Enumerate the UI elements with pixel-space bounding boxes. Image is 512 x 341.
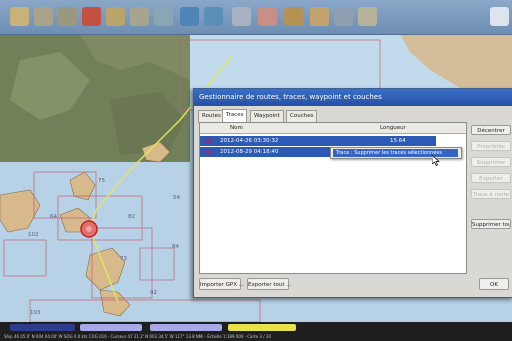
layer-icon[interactable] [154,7,173,26]
flag-icon[interactable] [334,7,353,26]
grid-icon[interactable] [204,7,223,26]
book-icon[interactable] [310,7,329,26]
chart-icon[interactable] [180,7,199,26]
route-icon[interactable] [58,7,77,26]
zoom-icon[interactable] [10,7,29,26]
visibility-eye-icon[interactable] [204,138,213,144]
tab-traces[interactable]: Traces [222,109,248,123]
column-length[interactable]: Longueur [380,123,406,133]
dialog-title: Gestionnaire de routes, traces, waypoint… [194,89,512,106]
mouse-cursor-icon [432,155,440,166]
context-menu: Trace : Supprimer les traces sélectionné… [330,147,462,159]
track-name: 2012-08-29 04:18:40 [220,149,279,155]
route-manager-dialog: Gestionnaire de routes, traces, waypoint… [193,88,512,298]
tools-icon[interactable] [358,7,377,26]
ok-button[interactable]: OK [479,278,509,290]
track-name: 2012-04-26 03:30:32 [220,138,279,144]
visibility-eye-icon[interactable] [204,149,213,155]
tide-icon[interactable] [232,7,251,26]
main-toolbar [0,0,512,35]
settings-icon[interactable] [284,7,303,26]
map-label: 84 [172,244,179,250]
column-name[interactable]: Nom [230,123,243,133]
map-label: 82 [128,214,135,220]
status-bar: Ship 46 05.0' N 004 04.00' W SOG 0.0 kts… [0,322,512,341]
map-label: 92 [150,290,157,296]
map-label: 102 [28,232,39,238]
info-icon[interactable] [490,7,509,26]
list-header: Nom Longueur [200,123,466,134]
map-label: 193 [30,310,41,316]
uncenter-button[interactable]: Décentrer [471,125,511,135]
properties-button[interactable]: Propriétés [471,141,511,151]
export-all-button[interactable]: Exporter tout ... [247,278,292,290]
pencil-icon[interactable] [82,7,101,26]
export-button[interactable]: Exporter [471,173,511,183]
delete-all-button[interactable]: Supprimer tout [471,219,511,229]
map-label: 64 [50,214,57,220]
tracks-list[interactable]: Nom Longueur 2012-04-26 03:30:32 15.64 2… [199,122,467,274]
delete-button[interactable]: Supprimer [471,157,511,167]
table-row[interactable]: 2012-04-26 03:30:32 15.64 [200,136,436,146]
import-gpx-button[interactable]: Importer GPX ... [199,278,244,290]
status-readout: Ship 46 05.0' N 004 04.00' W SOG 0.0 kts… [4,334,271,339]
chart-bar-segment[interactable] [150,324,222,331]
chart-bar-segment[interactable] [80,324,142,331]
track-icon[interactable] [130,7,149,26]
ship-icon[interactable] [34,7,53,26]
track-to-route-button[interactable]: Trace à route [471,189,511,199]
chart-bar-segment[interactable] [10,324,75,331]
chart-bar-segment[interactable] [228,324,296,331]
map-label: 75 [98,178,105,184]
map-label: 54 [173,195,180,201]
folder-icon[interactable] [258,7,277,26]
measure-icon[interactable] [106,7,125,26]
track-length: 15.64 [390,138,406,144]
map-label: 73 [120,256,127,262]
